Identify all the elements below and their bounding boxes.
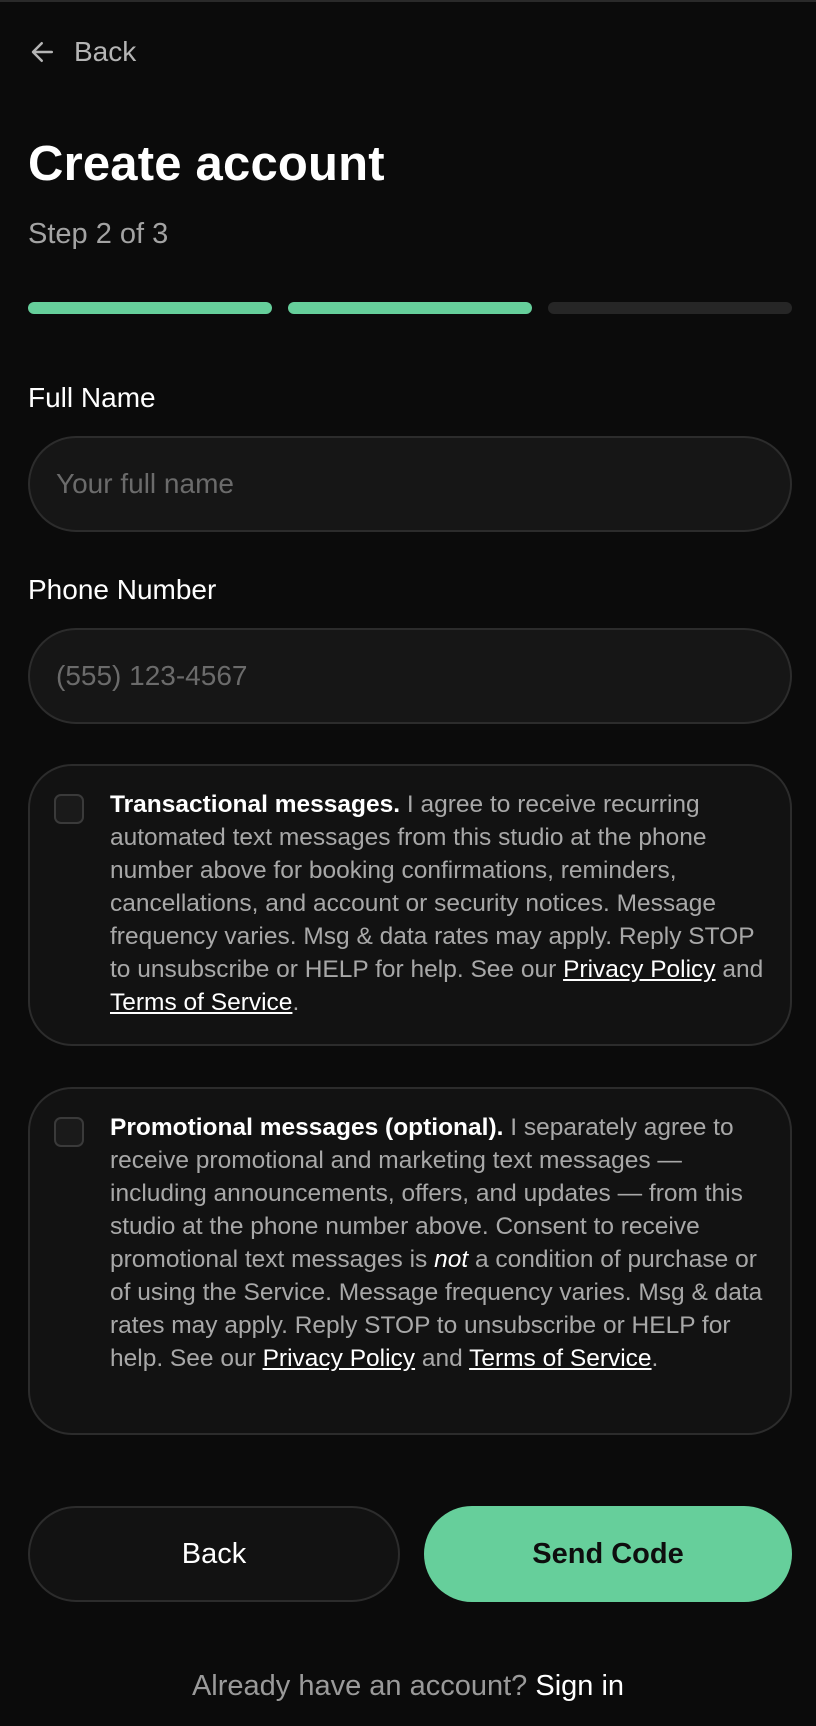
- arrow-left-icon: [31, 42, 53, 62]
- phone-input[interactable]: [28, 628, 792, 724]
- promotional-consent-emphasis: not: [434, 1246, 469, 1273]
- promotional-end: .: [651, 1345, 659, 1372]
- progress-segment-1: [28, 302, 272, 314]
- transactional-consent-body: I agree to receive recurring automated t…: [110, 791, 755, 983]
- promotional-consent-lead: Promotional messages (optional).: [110, 1114, 504, 1141]
- transactional-terms-link[interactable]: Terms of Service: [110, 989, 292, 1016]
- promotional-privacy-link[interactable]: Privacy Policy: [263, 1345, 415, 1372]
- transactional-consent-card: Transactional messages. I agree to recei…: [28, 764, 792, 1046]
- transactional-end: .: [292, 989, 300, 1016]
- promotional-consent-checkbox[interactable]: [54, 1117, 84, 1147]
- transactional-privacy-link[interactable]: Privacy Policy: [563, 956, 715, 983]
- sign-in-prompt-text: Already have an account?: [191, 1670, 536, 1702]
- full-name-input[interactable]: [28, 436, 792, 532]
- phone-label: Phone Number: [28, 574, 217, 605]
- promotional-terms-link[interactable]: Terms of Service: [469, 1345, 651, 1372]
- progress-segment-3: [548, 302, 792, 314]
- sign-in-link[interactable]: Sign in: [535, 1670, 624, 1702]
- transactional-consent-text: Transactional messages. I agree to recei…: [110, 788, 772, 1019]
- full-name-label: Full Name: [28, 382, 156, 413]
- page-title: Create account: [28, 137, 385, 191]
- transactional-consent-lead: Transactional messages.: [110, 791, 401, 818]
- promotional-consent-text: Promotional messages (optional). I separ…: [110, 1111, 772, 1375]
- sign-in-prompt: Already have an account? Sign in: [0, 1670, 816, 1703]
- progress-segment-2: [288, 302, 532, 314]
- step-indicator: Step 2 of 3: [28, 218, 169, 250]
- header-back-label: Back: [74, 36, 137, 67]
- transactional-and: and: [715, 956, 764, 983]
- transactional-consent-checkbox[interactable]: [54, 794, 84, 824]
- promotional-consent-card: Promotional messages (optional). I separ…: [28, 1087, 792, 1435]
- progress-bar: [28, 302, 792, 314]
- header-back-button[interactable]: Back: [28, 32, 136, 72]
- back-button[interactable]: Back: [28, 1506, 400, 1602]
- promotional-and: and: [415, 1345, 470, 1372]
- send-code-button[interactable]: Send Code: [424, 1506, 792, 1602]
